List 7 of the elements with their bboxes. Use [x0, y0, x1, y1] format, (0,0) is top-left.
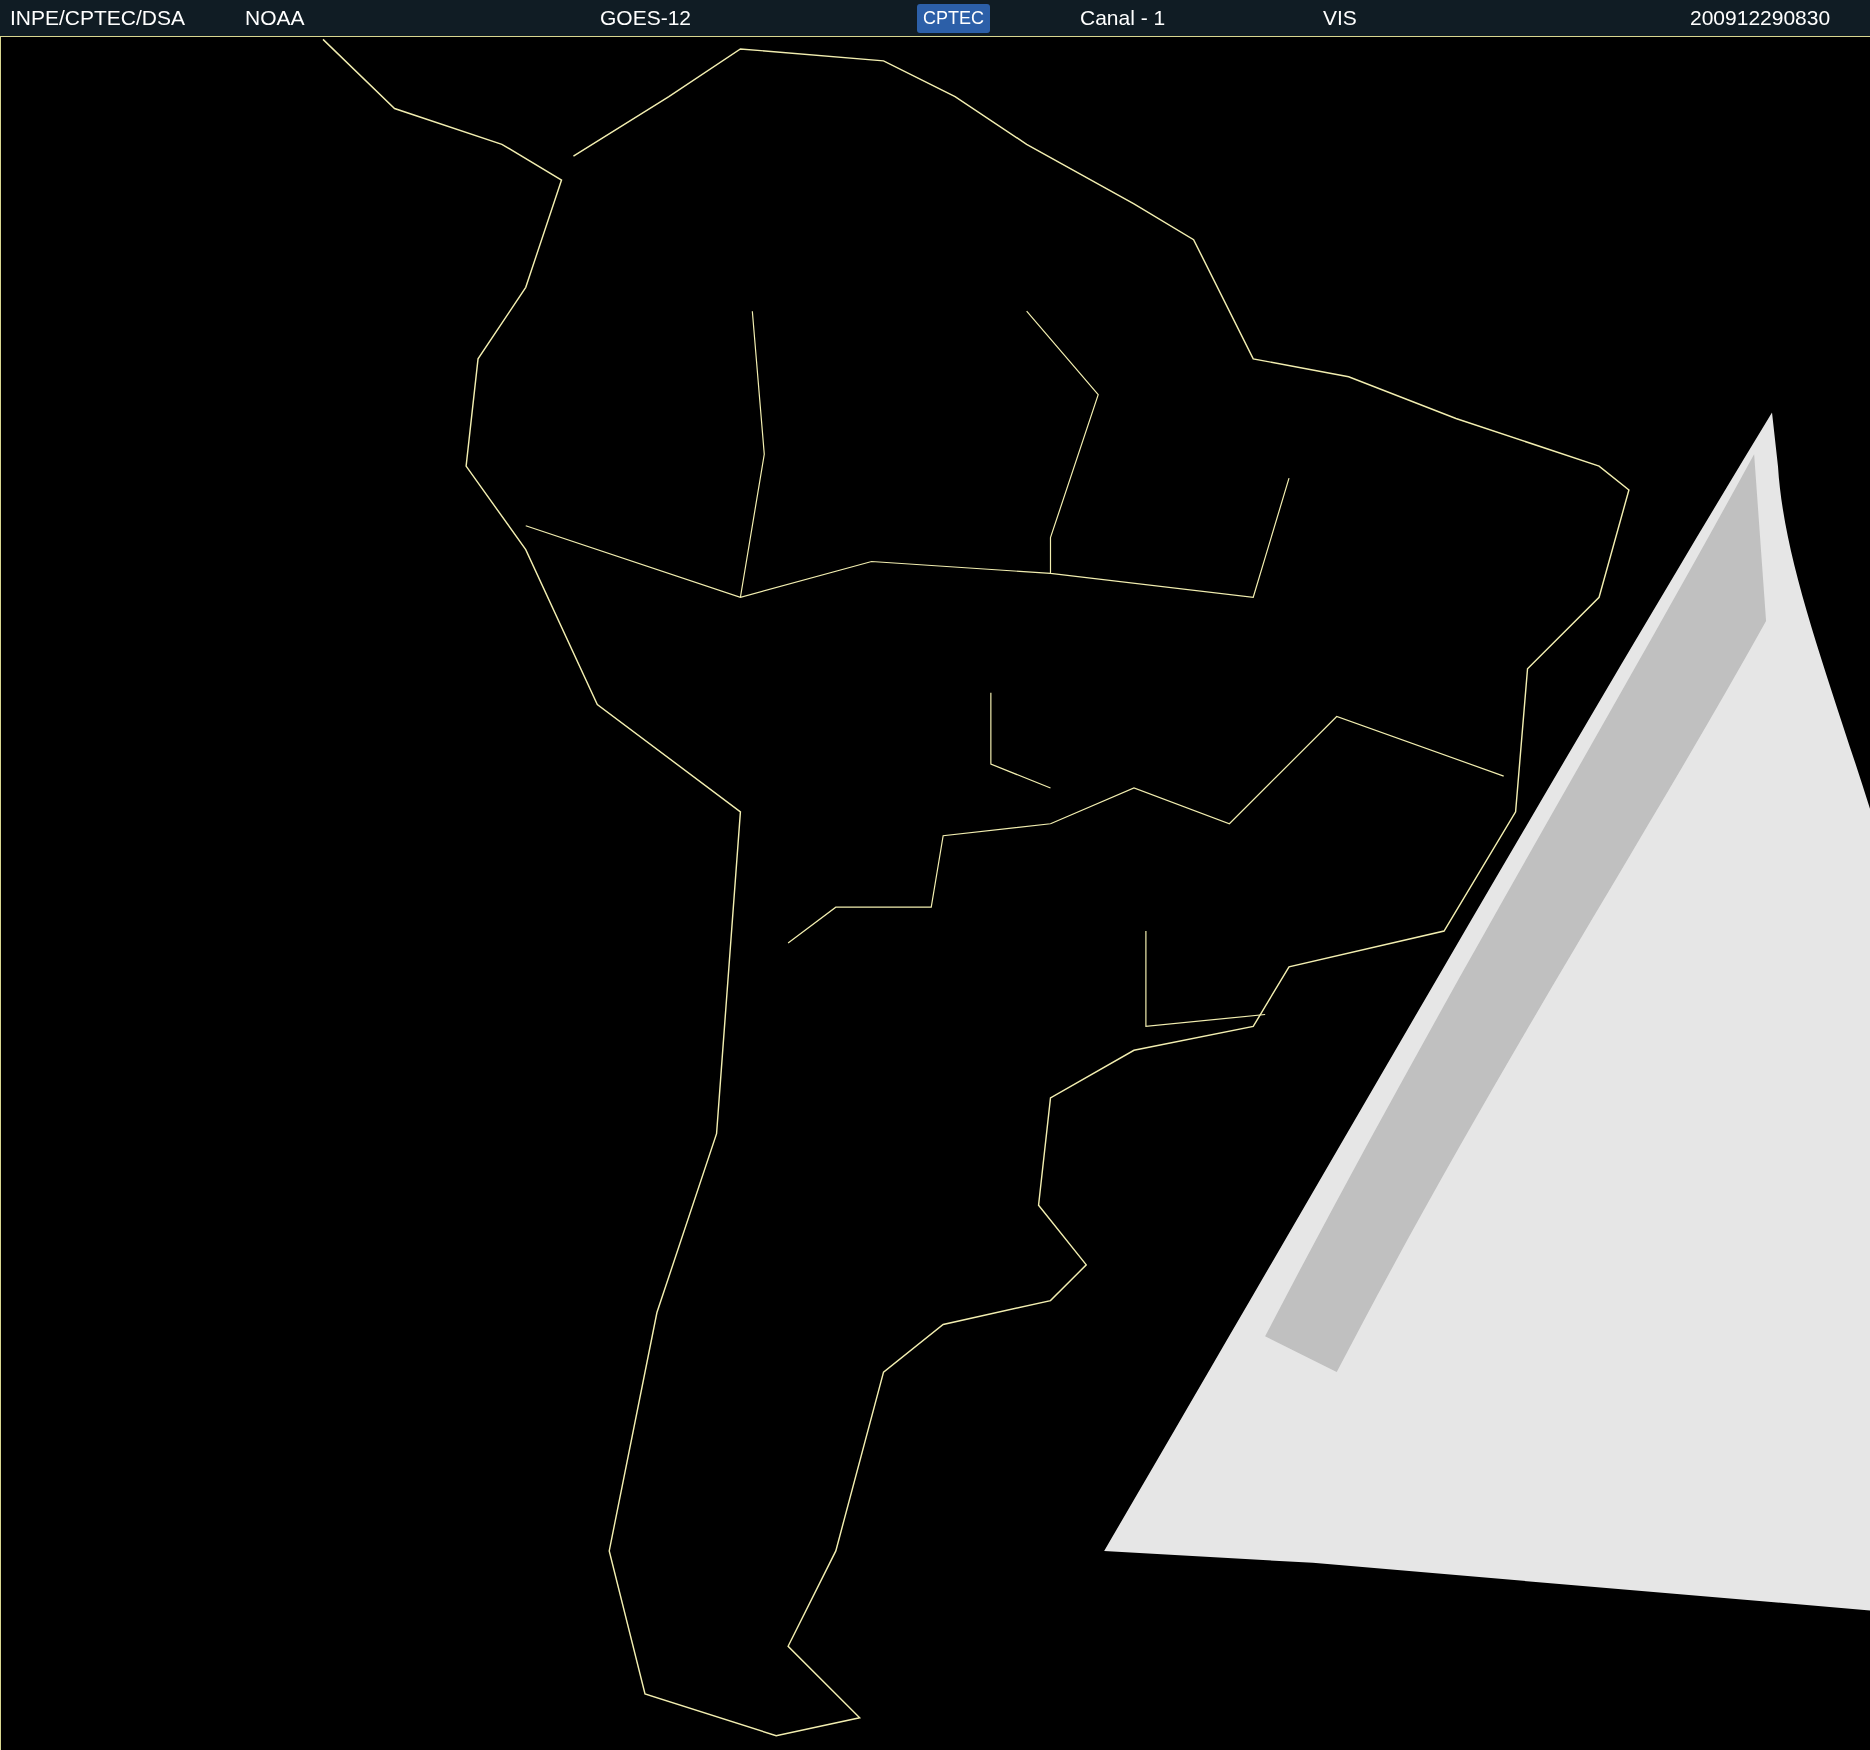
header-label: Canal - 1 [1080, 6, 1166, 30]
header-label: 200912290830 [1690, 6, 1831, 30]
header-label: INPE/CPTEC/DSA [10, 6, 186, 30]
header-label: NOAA [245, 6, 305, 30]
header-label: VIS [1323, 6, 1357, 30]
logo: CPTEC [917, 3, 990, 33]
header-label: GOES-12 [600, 6, 692, 30]
